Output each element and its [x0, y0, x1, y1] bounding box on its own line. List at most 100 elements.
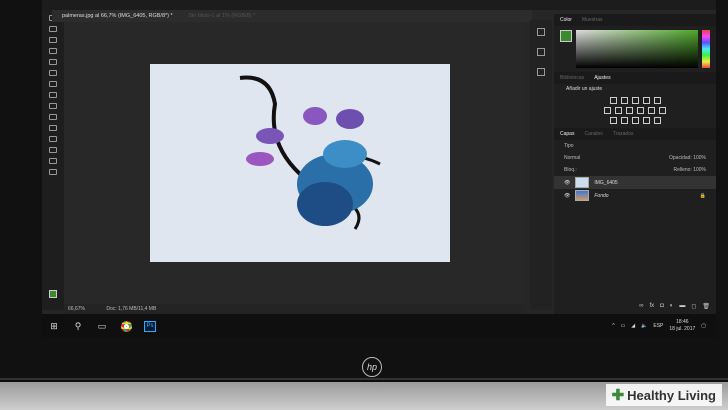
hue-slider[interactable]	[702, 30, 710, 68]
marquee-tool-icon[interactable]	[49, 26, 57, 32]
photo-filter-icon[interactable]	[637, 107, 644, 114]
invert-icon[interactable]	[609, 117, 617, 124]
lock-label: Bloq.:	[564, 167, 577, 173]
tab-swatches[interactable]: Muestras	[582, 17, 603, 23]
brightness-icon[interactable]	[609, 97, 617, 104]
clock[interactable]: 18:46 18 jul. 2017	[669, 319, 695, 333]
exposure-icon[interactable]	[642, 97, 650, 104]
watermark-text: Healthy Living	[627, 387, 716, 403]
battery-icon[interactable]: ▭	[621, 323, 626, 329]
threshold-icon[interactable]	[631, 117, 639, 124]
selective-color-icon[interactable]	[653, 117, 661, 124]
trash-icon[interactable]: 🗑	[702, 303, 710, 310]
layer-name: IMG_6405	[594, 179, 618, 186]
tab-paths[interactable]: Trazados	[613, 131, 634, 137]
shape-tool-icon[interactable]	[49, 147, 57, 153]
document-tabs: palmeras.jpg al 66,7% (IMG_6405, RGB/8*)…	[52, 10, 532, 22]
tab-libraries[interactable]: Bibliotecas	[560, 75, 584, 81]
lock-icon: 🔒	[699, 192, 706, 199]
text-tool-icon[interactable]	[49, 125, 57, 131]
layer-name: Fondo	[594, 192, 609, 199]
adjustment-layer-icon[interactable]: ◐	[670, 303, 674, 310]
layer-row[interactable]: 👁 Fondo 🔒	[554, 189, 716, 202]
eye-icon[interactable]: 👁	[564, 180, 570, 186]
history-icon[interactable]	[537, 28, 545, 36]
rose-artwork	[239, 75, 381, 230]
search-icon[interactable]: ⚲	[66, 316, 90, 336]
zoom-tool-icon[interactable]	[49, 169, 57, 175]
eye-icon[interactable]: 👁	[564, 193, 570, 199]
layer-thumbnail	[575, 190, 590, 201]
stamp-tool-icon[interactable]	[49, 81, 57, 87]
bw-icon[interactable]	[626, 107, 633, 114]
tab-adjustments[interactable]: Ajustes	[594, 75, 610, 81]
panel-dock	[530, 20, 552, 310]
layer-row[interactable]: 👁 IMG_6405	[554, 176, 716, 189]
hand-tool-icon[interactable]	[49, 158, 57, 164]
foreground-color-swatch[interactable]	[49, 290, 57, 298]
color-balance-icon[interactable]	[615, 107, 622, 114]
selection-tool-icon[interactable]	[49, 136, 57, 142]
crop-tool-icon[interactable]	[49, 48, 57, 54]
fill-input[interactable]: 100%	[693, 167, 706, 173]
new-layer-icon[interactable]: ◻	[691, 303, 696, 310]
hue-sat-icon[interactable]	[604, 107, 611, 114]
language-indicator[interactable]: ESP	[653, 323, 663, 329]
tools-panel	[42, 10, 64, 310]
wifi-icon[interactable]: ◢	[631, 323, 635, 329]
adjustments-title: Añadir un ajuste	[566, 86, 603, 92]
lasso-tool-icon[interactable]	[49, 37, 57, 43]
system-tray: ^ ▭ ◢ 🔈 ESP 18:46 18 jul. 2017 ▢	[612, 314, 706, 338]
image-canvas[interactable]	[150, 64, 450, 262]
tab-inactive-document[interactable]: Sin título-1 al 1% (RGB/8) *	[188, 13, 255, 19]
posterize-icon[interactable]	[620, 117, 628, 124]
zoom-level: 66,67%	[68, 306, 85, 312]
blend-mode-select[interactable]: Normal	[564, 155, 580, 161]
notifications-icon[interactable]: ▢	[701, 323, 706, 329]
watermark: ✚ Healthy Living	[605, 384, 722, 406]
clock-time: 18:46	[676, 319, 689, 325]
brush-tool-icon[interactable]	[49, 70, 57, 76]
fx-icon[interactable]: fx	[649, 303, 654, 310]
gradient-map-icon[interactable]	[642, 117, 650, 124]
properties-icon[interactable]	[537, 48, 545, 56]
brushes-icon[interactable]	[537, 68, 545, 76]
color-field[interactable]	[576, 30, 698, 68]
layer-thumbnail	[575, 177, 590, 188]
hp-logo: hp	[362, 357, 382, 377]
color-picker	[560, 30, 710, 68]
plus-icon: ✚	[611, 387, 625, 404]
tab-active-document[interactable]: palmeras.jpg al 66,7% (IMG_6405, RGB/8*)…	[62, 13, 173, 19]
link-icon[interactable]: ∞	[639, 303, 643, 310]
tab-layers[interactable]: Capas	[560, 131, 574, 137]
chevron-up-icon[interactable]: ^	[612, 323, 614, 329]
pen-tool-icon[interactable]	[49, 114, 57, 120]
chrome-icon[interactable]	[114, 316, 138, 336]
clock-date: 18 jul. 2017	[669, 326, 696, 332]
layer-filter[interactable]: Tipo	[564, 143, 574, 149]
group-icon[interactable]: ▬	[679, 303, 685, 310]
opacity-input[interactable]: 100%	[693, 155, 706, 161]
status-bar: 66,67% Doc: 1,76 MB/11,4 MB	[64, 304, 524, 314]
volume-icon[interactable]: 🔈	[641, 323, 647, 329]
gradient-tool-icon[interactable]	[49, 103, 57, 109]
levels-icon[interactable]	[620, 97, 628, 104]
curves-icon[interactable]	[631, 97, 639, 104]
canvas-area	[64, 22, 524, 304]
windows-start-icon[interactable]: ⊞	[42, 316, 66, 336]
channel-mixer-icon[interactable]	[648, 107, 655, 114]
eraser-tool-icon[interactable]	[49, 92, 57, 98]
photoshop-window: palmeras.jpg al 66,7% (IMG_6405, RGB/8*)…	[42, 0, 716, 338]
mask-icon[interactable]: ◘	[660, 303, 664, 310]
tab-channels[interactable]: Canales	[584, 131, 602, 137]
tab-color[interactable]: Color	[560, 17, 572, 23]
lookup-icon[interactable]	[659, 107, 666, 114]
opacity-label: Opacidad:	[669, 155, 692, 161]
photoshop-taskbar-icon[interactable]: Ps	[138, 316, 162, 336]
vibrance-icon[interactable]	[653, 97, 661, 104]
task-view-icon[interactable]: ▭	[90, 316, 114, 336]
fill-label: Relleno:	[673, 167, 692, 173]
windows-taskbar: ⊞ ⚲ ▭ Ps ^ ▭ ◢ 🔈 ESP 18:46 18 jul. 2017 ▢	[42, 314, 716, 338]
fg-swatch[interactable]	[560, 30, 572, 42]
eyedropper-tool-icon[interactable]	[49, 59, 57, 65]
